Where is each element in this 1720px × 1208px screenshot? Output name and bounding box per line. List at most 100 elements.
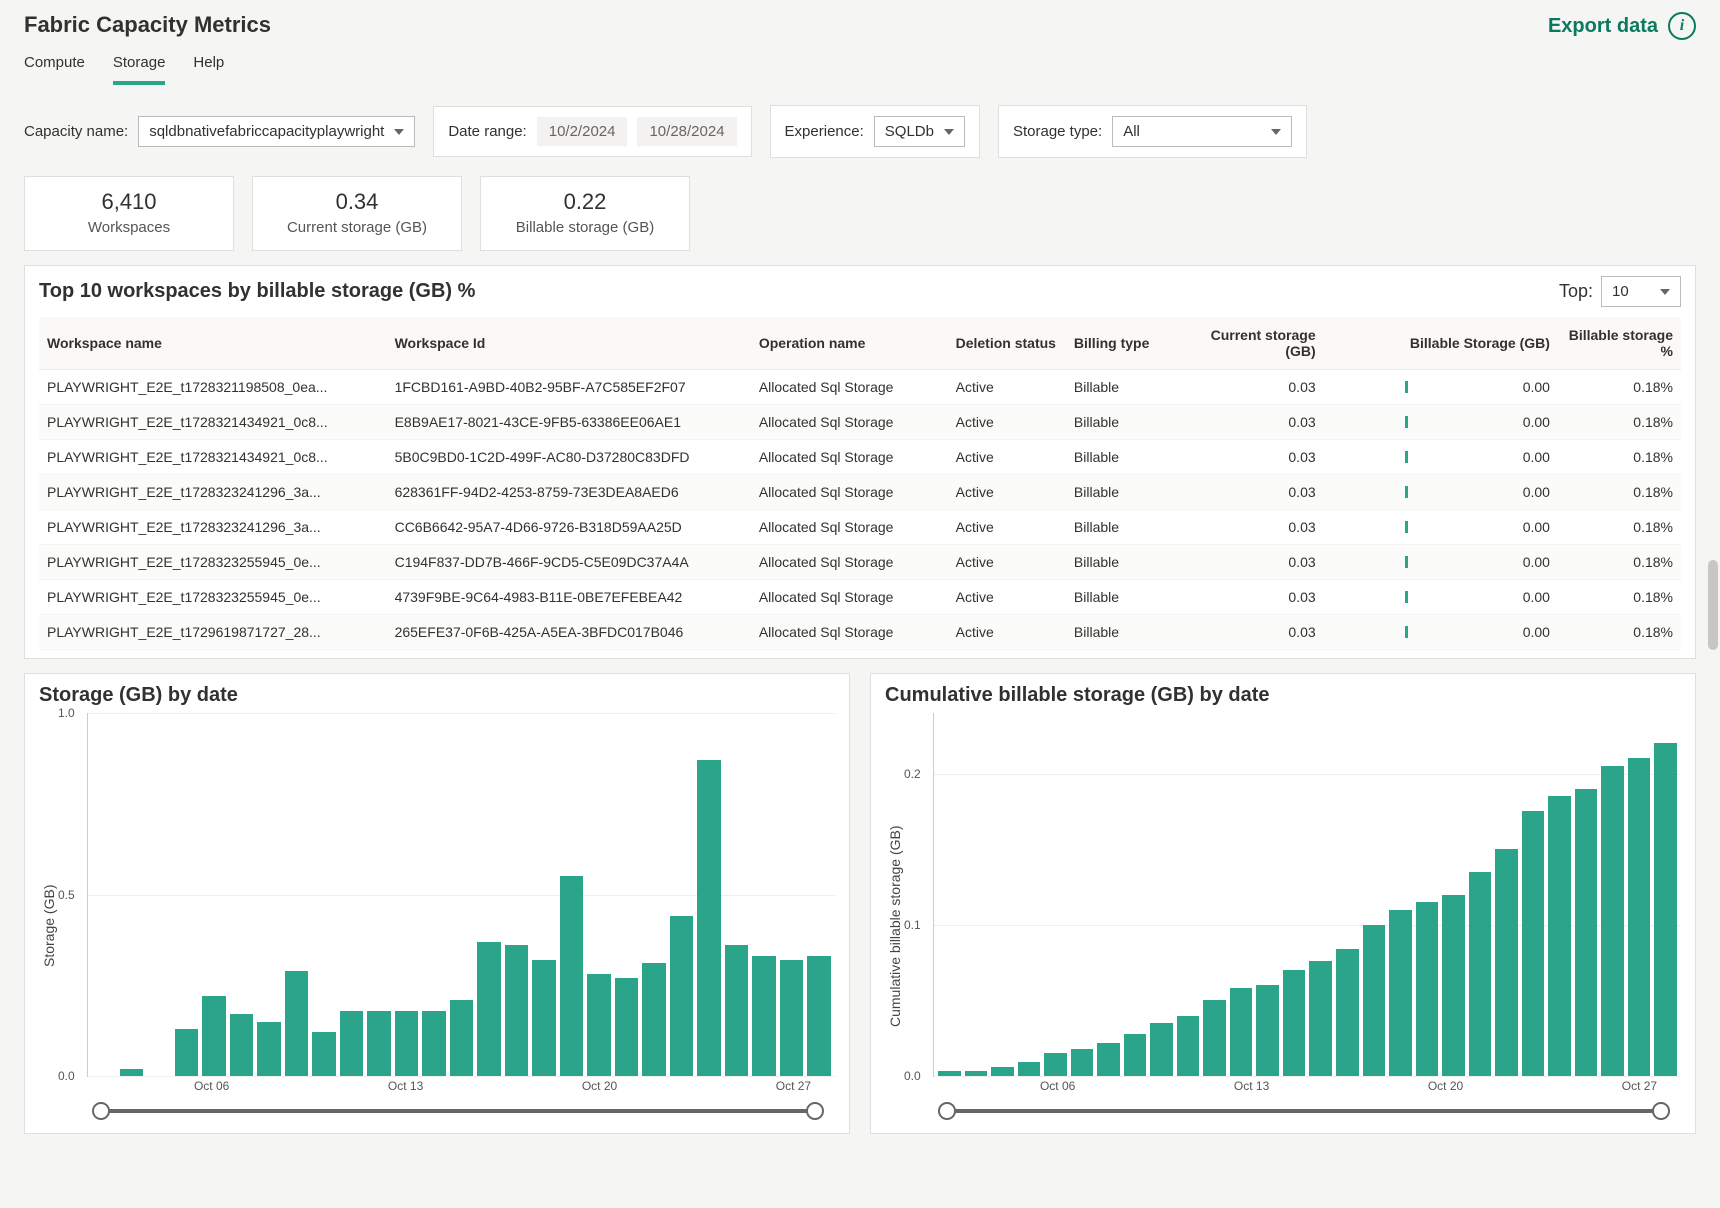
chart-bar[interactable] bbox=[1203, 1000, 1226, 1076]
chart-bar[interactable] bbox=[1150, 1023, 1173, 1076]
chart-bar[interactable] bbox=[642, 963, 666, 1076]
chart-bar[interactable] bbox=[395, 1011, 419, 1076]
chart-bar[interactable] bbox=[1044, 1053, 1067, 1076]
column-header[interactable]: Billable Storage (GB) bbox=[1324, 317, 1558, 370]
chart-bar[interactable] bbox=[1336, 949, 1359, 1076]
experience-dropdown[interactable]: SQLDb bbox=[874, 116, 965, 147]
cell-billing-type: Billable bbox=[1066, 545, 1183, 580]
chart-bar[interactable] bbox=[285, 971, 309, 1076]
slider-thumb-end[interactable] bbox=[806, 1102, 824, 1120]
chart-bar[interactable] bbox=[560, 876, 584, 1076]
chart-bar[interactable] bbox=[312, 1032, 336, 1076]
chart-bar[interactable] bbox=[587, 974, 611, 1076]
chart-bar[interactable] bbox=[615, 978, 639, 1076]
slider-thumb-start[interactable] bbox=[938, 1102, 956, 1120]
chevron-down-icon bbox=[1660, 289, 1670, 295]
chart-bar[interactable] bbox=[120, 1069, 144, 1076]
chart-bar[interactable] bbox=[1124, 1034, 1147, 1076]
chart-bar[interactable] bbox=[1522, 811, 1545, 1076]
chart-bar[interactable] bbox=[477, 942, 501, 1076]
chart-bar[interactable] bbox=[725, 945, 749, 1076]
top-n-dropdown[interactable]: 10 bbox=[1601, 276, 1681, 307]
slider-thumb-start[interactable] bbox=[92, 1102, 110, 1120]
table-row[interactable]: PLAYWRIGHT_E2E_t1728323255945_0e... C194… bbox=[39, 545, 1681, 580]
table-row[interactable]: PLAYWRIGHT_E2E_t1728323255945_0e... 4739… bbox=[39, 580, 1681, 615]
cell-billing-type: Billable bbox=[1066, 440, 1183, 475]
chart-bar[interactable] bbox=[1575, 789, 1598, 1076]
chart-bar[interactable] bbox=[991, 1067, 1014, 1076]
date-start-input[interactable]: 10/2/2024 bbox=[537, 117, 628, 146]
chart-bar[interactable] bbox=[175, 1029, 199, 1076]
chart-bar[interactable] bbox=[1442, 895, 1465, 1077]
chart-bar[interactable] bbox=[697, 760, 721, 1076]
chart-bar[interactable] bbox=[1230, 988, 1253, 1076]
export-data-link[interactable]: Export data bbox=[1548, 15, 1658, 38]
table-row[interactable]: PLAYWRIGHT_E2E_t1728321198508_0ea... 1FC… bbox=[39, 370, 1681, 405]
tab-storage[interactable]: Storage bbox=[113, 48, 166, 85]
chart-bar[interactable] bbox=[1548, 796, 1571, 1076]
chart-bar[interactable] bbox=[1283, 970, 1306, 1076]
tab-compute[interactable]: Compute bbox=[24, 48, 85, 85]
column-header[interactable]: Billing type bbox=[1066, 317, 1183, 370]
chart-bar[interactable] bbox=[965, 1071, 988, 1076]
info-icon[interactable]: i bbox=[1668, 12, 1696, 40]
chart-bar[interactable] bbox=[202, 996, 226, 1076]
chart-bar[interactable] bbox=[1469, 872, 1492, 1076]
chart-bar[interactable] bbox=[1097, 1043, 1120, 1076]
cell-current-storage: 0.03 bbox=[1183, 580, 1324, 615]
chart-bar[interactable] bbox=[1389, 910, 1412, 1076]
chart-bar[interactable] bbox=[1363, 925, 1386, 1076]
cell-workspace-name: PLAYWRIGHT_E2E_t1729619871727_28... bbox=[39, 615, 387, 650]
chart-bar[interactable] bbox=[1601, 766, 1624, 1076]
chart-bar[interactable] bbox=[1256, 985, 1279, 1076]
chart-bar[interactable] bbox=[367, 1011, 391, 1076]
column-header[interactable]: Workspace Id bbox=[387, 317, 751, 370]
sparkline bbox=[1405, 380, 1515, 394]
chart-bar[interactable] bbox=[752, 956, 776, 1076]
kpi-card: 0.22 Billable storage (GB) bbox=[480, 176, 690, 251]
chart-bar[interactable] bbox=[1018, 1062, 1041, 1076]
chart-bar[interactable] bbox=[807, 956, 831, 1076]
table-row[interactable]: PLAYWRIGHT_E2E_t1729619871727_28... 265E… bbox=[39, 615, 1681, 650]
cell-workspace-id: 4739F9BE-9C64-4983-B11E-0BE7EFEBEA42 bbox=[387, 580, 751, 615]
column-header[interactable]: Current storage (GB) bbox=[1183, 317, 1324, 370]
chart-bar[interactable] bbox=[532, 960, 556, 1076]
chart-bar[interactable] bbox=[1071, 1049, 1094, 1076]
capacity-name-dropdown[interactable]: sqldbnativefabriccapacityplaywright bbox=[138, 116, 415, 147]
chart-bar[interactable] bbox=[1654, 743, 1677, 1076]
scrollbar[interactable] bbox=[1708, 560, 1718, 650]
chart-bar[interactable] bbox=[450, 1000, 474, 1076]
table-row[interactable]: PLAYWRIGHT_E2E_t1728321434921_0c8... E8B… bbox=[39, 405, 1681, 440]
date-range-slider[interactable] bbox=[101, 1109, 815, 1113]
capacity-name-value: sqldbnativefabriccapacityplaywright bbox=[149, 123, 384, 140]
storage-type-dropdown[interactable]: All bbox=[1112, 116, 1292, 147]
chart-bar[interactable] bbox=[230, 1014, 254, 1076]
chart-bar[interactable] bbox=[1628, 758, 1651, 1076]
date-range-label: Date range: bbox=[448, 123, 526, 140]
chart-bar[interactable] bbox=[340, 1011, 364, 1076]
chart-bar[interactable] bbox=[780, 960, 804, 1076]
chart-bar[interactable] bbox=[938, 1071, 961, 1076]
column-header[interactable]: Deletion status bbox=[948, 317, 1066, 370]
cell-workspace-name: PLAYWRIGHT_E2E_t1728321434921_0c8... bbox=[39, 405, 387, 440]
chevron-down-icon bbox=[944, 129, 954, 135]
table-row[interactable]: PLAYWRIGHT_E2E_t1728323241296_3a... CC6B… bbox=[39, 510, 1681, 545]
chart-bar[interactable] bbox=[670, 916, 694, 1076]
chart-bar[interactable] bbox=[257, 1022, 281, 1076]
date-end-input[interactable]: 10/28/2024 bbox=[637, 117, 736, 146]
table-row[interactable]: PLAYWRIGHT_E2E_t1728321434921_0c8... 5B0… bbox=[39, 440, 1681, 475]
column-header[interactable]: Workspace name bbox=[39, 317, 387, 370]
chart-bar[interactable] bbox=[1177, 1016, 1200, 1077]
table-row[interactable]: PLAYWRIGHT_E2E_t1728323241296_3a... 6283… bbox=[39, 475, 1681, 510]
column-header[interactable]: Billable storage % bbox=[1558, 317, 1681, 370]
slider-thumb-end[interactable] bbox=[1652, 1102, 1670, 1120]
chart-bar[interactable] bbox=[1495, 849, 1518, 1076]
tab-help[interactable]: Help bbox=[193, 48, 224, 85]
column-header[interactable]: Operation name bbox=[751, 317, 948, 370]
chart-bar[interactable] bbox=[1416, 902, 1439, 1076]
chart-bar[interactable] bbox=[1309, 961, 1332, 1076]
chart-bar[interactable] bbox=[422, 1011, 446, 1076]
chart-bar[interactable] bbox=[505, 945, 529, 1076]
date-range-slider[interactable] bbox=[947, 1109, 1661, 1113]
storage-by-date-chart: Storage (GB) by date Storage (GB) 0.00.5… bbox=[24, 673, 850, 1134]
